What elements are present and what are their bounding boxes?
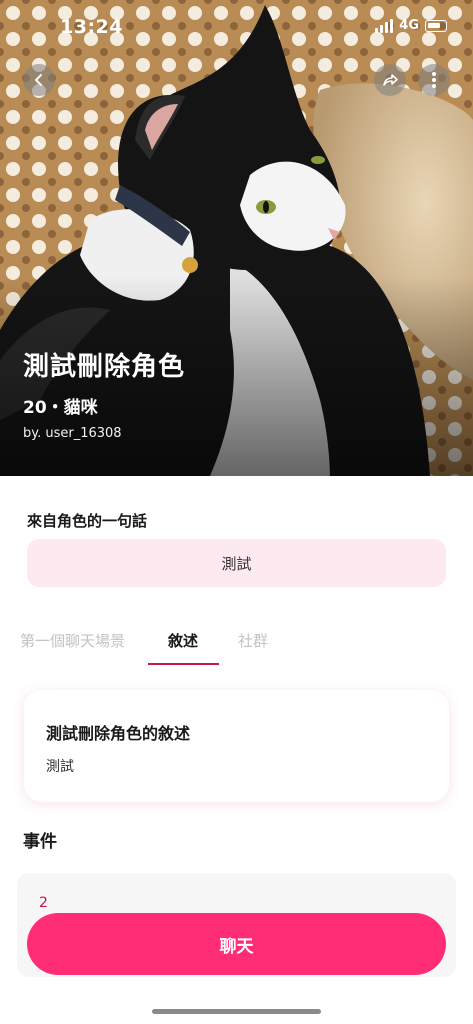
character-author[interactable]: by. user_16308 [23, 426, 122, 441]
character-name: 測試刪除角色 [23, 352, 186, 382]
events-heading: 事件 [23, 832, 57, 852]
active-tab-indicator [148, 663, 219, 665]
chevron-left-icon [35, 74, 42, 86]
network-label: 4G [399, 18, 419, 33]
quote-heading: 來自角色的一句話 [27, 512, 148, 530]
description-body: 測試 [46, 759, 74, 775]
back-button[interactable] [23, 64, 55, 96]
description-card: 測試刪除角色的敘述 測試 [24, 690, 449, 802]
home-indicator[interactable] [152, 1009, 321, 1014]
status-indicators: 4G [375, 18, 447, 33]
share-button[interactable] [374, 64, 406, 96]
tab-community[interactable]: 社群 [238, 630, 268, 651]
events-count: 2 [39, 895, 48, 911]
more-options-button[interactable] [418, 64, 450, 96]
tab-description[interactable]: 敘述 [168, 630, 198, 651]
share-icon [383, 74, 398, 86]
tab-first-chat-scene[interactable]: 第一個聊天場景 [20, 630, 125, 651]
status-time: 13:24 [60, 16, 123, 38]
hero-banner: 13:24 4G 測試刪除角色 20・貓咪 by. user_16308 [0, 0, 473, 476]
chat-button-label: 聊天 [219, 936, 254, 956]
character-meta: 20・貓咪 [23, 398, 98, 418]
description-title: 測試刪除角色的敘述 [46, 724, 191, 743]
more-vertical-icon [432, 72, 436, 88]
signal-icon [375, 18, 394, 33]
quote-box: 測試 [27, 539, 446, 587]
battery-icon [425, 19, 447, 32]
chat-button[interactable]: 聊天 [27, 913, 446, 975]
status-bar: 13:24 4G [0, 0, 473, 44]
quote-text: 測試 [221, 554, 252, 573]
